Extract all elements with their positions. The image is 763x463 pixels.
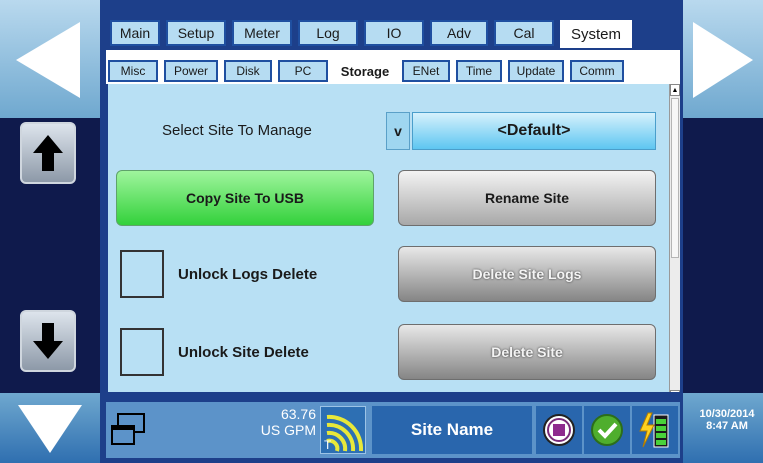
tab-adv[interactable]: Adv — [430, 20, 488, 46]
check-icon — [591, 414, 623, 446]
tab-cal[interactable]: Cal — [494, 20, 554, 46]
subtab-misc[interactable]: Misc — [108, 60, 158, 82]
system-subtabs: Misc Power Disk PC Storage ENet Time Update Comm — [106, 50, 680, 84]
stop-button[interactable] — [536, 406, 582, 454]
right-rail — [683, 0, 763, 463]
tab-io[interactable]: IO — [364, 20, 424, 46]
down-arrow-icon — [33, 323, 63, 359]
tab-system[interactable]: System — [560, 20, 632, 48]
content-scrollbar[interactable]: ▲ ▼ — [669, 84, 680, 402]
tab-log[interactable]: Log — [298, 20, 358, 46]
flow-readout: 63.76 US GPM — [236, 406, 316, 438]
unlock-site-delete-checkbox[interactable] — [120, 328, 164, 376]
scroll-up-button[interactable] — [20, 122, 76, 184]
subtab-disk[interactable]: Disk — [224, 60, 272, 82]
time-text: 8:47 AM — [706, 420, 748, 432]
next-page-button[interactable] — [683, 0, 763, 118]
signal-strength-button[interactable]: T — [320, 406, 366, 454]
menu-down-button[interactable] — [0, 393, 100, 463]
battery-charging-icon — [639, 412, 669, 448]
site-select[interactable]: <Default> — [412, 112, 656, 150]
delete-site-button[interactable]: Delete Site — [398, 324, 656, 380]
unlock-logs-delete-label: Unlock Logs Delete — [178, 266, 318, 283]
down-triangle-icon — [18, 405, 82, 453]
tab-setup[interactable]: Setup — [166, 20, 226, 46]
subtab-time[interactable]: Time — [456, 60, 502, 82]
site-dropdown-toggle[interactable]: v — [386, 112, 410, 150]
status-bar: 63.76 US GPM T Site Name — [100, 392, 683, 463]
subtab-storage[interactable]: Storage — [334, 60, 396, 82]
status-ok-button[interactable] — [584, 406, 630, 454]
select-site-label: Select Site To Manage — [162, 122, 312, 139]
subtab-pc[interactable]: PC — [278, 60, 328, 82]
storage-panel: Select Site To Manage v <Default> Copy S… — [108, 84, 669, 402]
copy-site-to-usb-button[interactable]: Copy Site To USB — [116, 170, 374, 226]
datetime-display: 10/30/2014 8:47 AM — [691, 408, 763, 432]
subtab-comm[interactable]: Comm — [570, 60, 624, 82]
unlock-site-delete-label: Unlock Site Delete — [178, 344, 309, 361]
subtab-enet[interactable]: ENet — [402, 60, 450, 82]
tab-main[interactable]: Main — [110, 20, 160, 46]
window-icon[interactable] — [110, 412, 146, 446]
site-name-display[interactable]: Site Name — [372, 406, 532, 454]
left-rail — [0, 0, 100, 463]
scroll-down-button[interactable] — [20, 310, 76, 372]
power-status-button[interactable] — [632, 406, 678, 454]
right-arrow-icon — [693, 22, 753, 98]
left-arrow-icon — [16, 22, 80, 98]
up-arrow-icon — [33, 135, 63, 171]
main-tabs: Main Setup Meter Log IO Adv Cal System — [110, 20, 632, 48]
date-text: 10/30/2014 — [699, 408, 755, 420]
right-rail-middle — [683, 118, 763, 393]
tab-meter[interactable]: Meter — [232, 20, 292, 46]
scrollbar-up-arrow-icon[interactable]: ▲ — [670, 84, 680, 96]
signal-letter: T — [324, 438, 332, 452]
flow-unit: US GPM — [260, 422, 316, 438]
scrollbar-thumb[interactable] — [671, 98, 679, 258]
prev-page-button[interactable] — [0, 0, 100, 118]
unlock-logs-delete-checkbox[interactable] — [120, 250, 164, 298]
rename-site-button[interactable]: Rename Site — [398, 170, 656, 226]
subtab-power[interactable]: Power — [164, 60, 218, 82]
stop-icon — [543, 414, 575, 446]
flow-value: 63.76 — [280, 406, 316, 422]
status-bar-inner: 63.76 US GPM T Site Name — [106, 402, 680, 458]
subtab-update[interactable]: Update — [508, 60, 564, 82]
delete-site-logs-button[interactable]: Delete Site Logs — [398, 246, 656, 302]
